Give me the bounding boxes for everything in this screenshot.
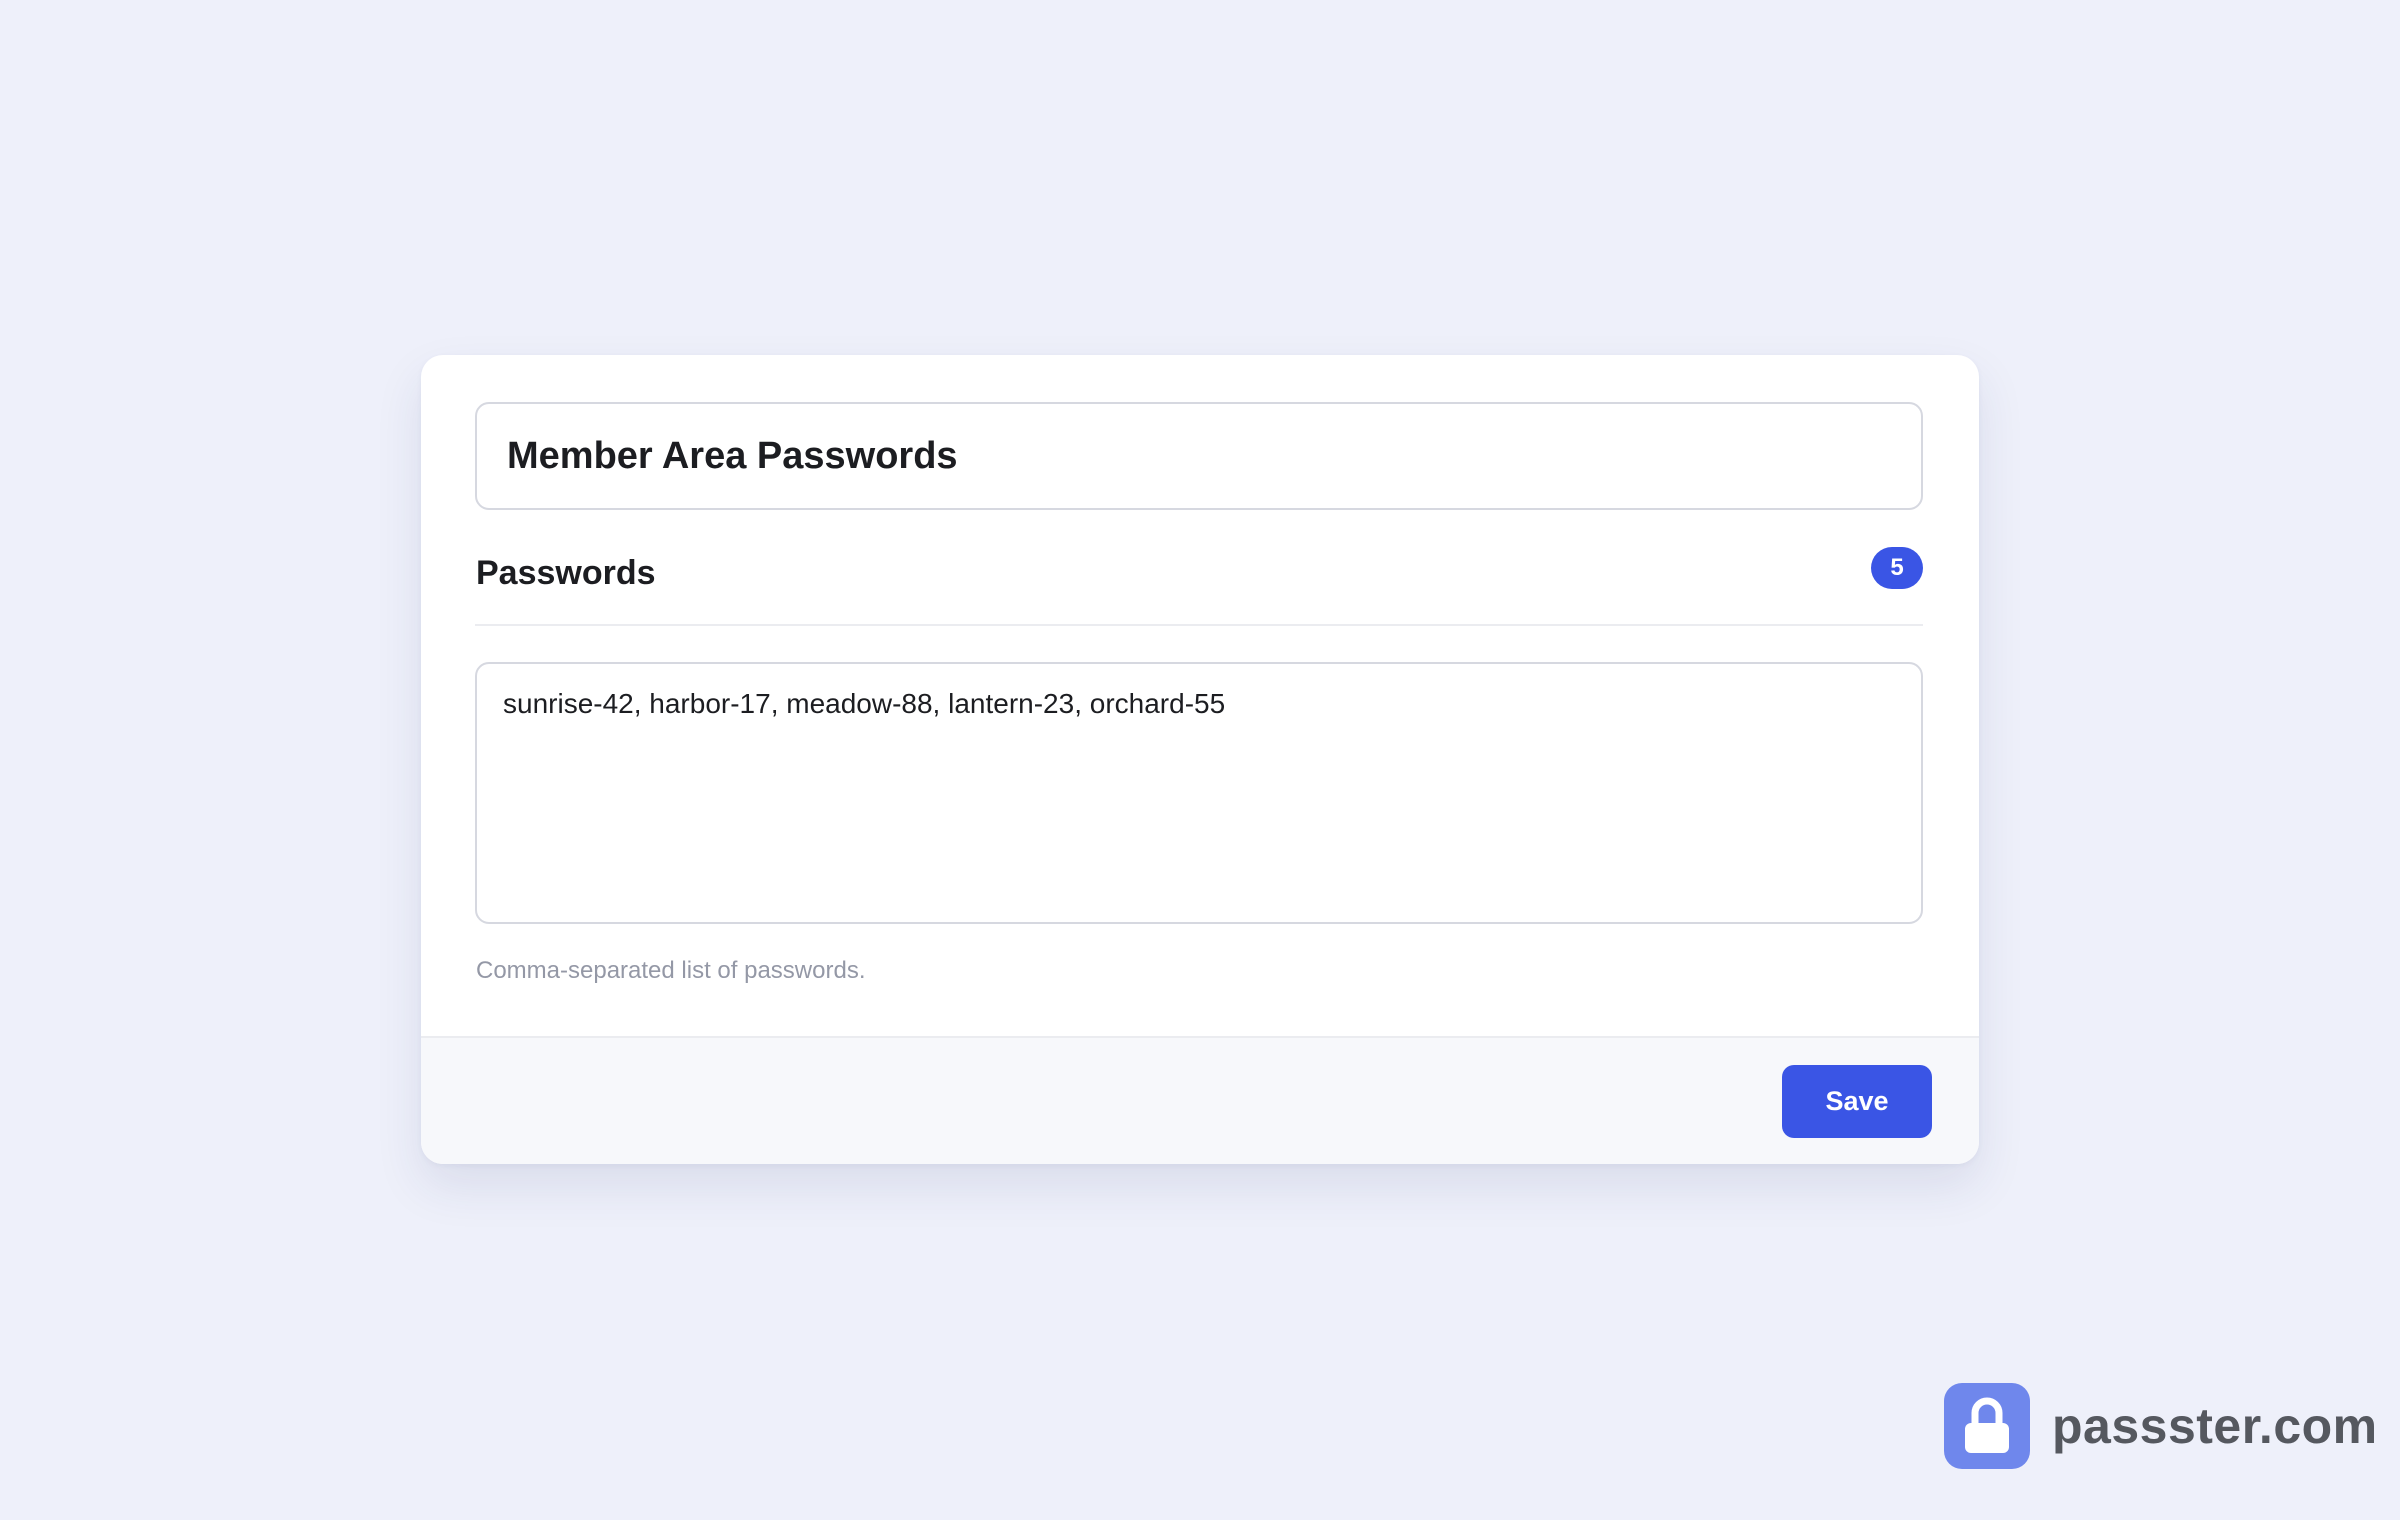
section-divider	[475, 624, 1923, 626]
lock-icon	[1944, 1383, 2030, 1469]
passwords-section-label: Passwords	[476, 554, 656, 592]
password-count-badge: 5	[1871, 547, 1923, 589]
brand-watermark: passster.com	[1944, 1383, 2378, 1469]
brand-name: passster.com	[2052, 1398, 2378, 1454]
title-input[interactable]	[475, 402, 1923, 510]
card-body: Passwords 5 sunrise-42, harbor-17, meado…	[421, 355, 1979, 1036]
card-footer: Save	[421, 1036, 1979, 1164]
passwords-help-text: Comma-separated list of passwords.	[476, 957, 866, 984]
password-settings-card: Passwords 5 sunrise-42, harbor-17, meado…	[421, 355, 1979, 1164]
passwords-textarea[interactable]: sunrise-42, harbor-17, meadow-88, lanter…	[475, 662, 1923, 924]
save-button[interactable]: Save	[1782, 1065, 1932, 1138]
